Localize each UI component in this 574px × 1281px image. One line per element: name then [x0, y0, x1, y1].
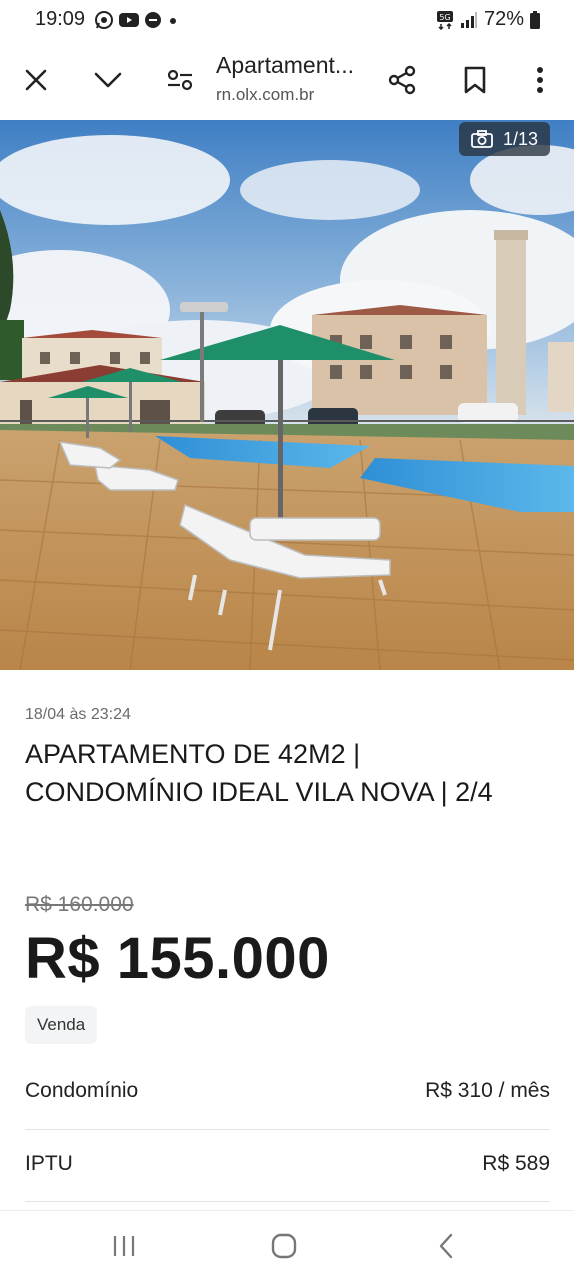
- detail-value: R$ 310 / mês: [425, 1079, 550, 1102]
- network-5g-icon: 5G: [436, 10, 453, 30]
- chevron-down-icon: [94, 72, 122, 88]
- detail-row-condominio: Condomínio R$ 310 / mês: [25, 1055, 550, 1127]
- status-right: 5G 72%: [436, 8, 540, 31]
- notification-icons: [94, 9, 180, 31]
- old-price: R$ 160.000: [25, 893, 134, 916]
- home-button[interactable]: [264, 1229, 304, 1263]
- status-bar: 19:09 5G 72%: [0, 0, 574, 40]
- recents-button[interactable]: [104, 1229, 144, 1263]
- current-price: R$ 155.000: [25, 926, 330, 991]
- share-icon: [388, 65, 416, 95]
- recents-icon: [113, 1236, 135, 1256]
- listing-date: 18/04 às 23:24: [25, 706, 131, 723]
- detail-row-iptu: IPTU R$ 589: [25, 1128, 550, 1200]
- camera-icon: [471, 130, 493, 148]
- battery-icon: [530, 10, 540, 29]
- home-icon: [271, 1233, 297, 1259]
- back-button[interactable]: [426, 1229, 466, 1263]
- notification-icon: [145, 12, 161, 28]
- photo-counter[interactable]: 1/13: [458, 122, 550, 156]
- divider: [25, 1201, 550, 1202]
- detail-value: R$ 589: [482, 1152, 550, 1175]
- detail-label: Condomínio: [25, 1079, 139, 1102]
- more-options-button[interactable]: [518, 58, 562, 102]
- status-time: 19:09: [35, 8, 86, 30]
- whatsapp-icon: [95, 11, 113, 29]
- browser-toolbar: Apartament... rn.olx.com.br: [0, 40, 574, 120]
- battery-level: 72%: [483, 8, 524, 30]
- close-button[interactable]: [14, 58, 58, 102]
- youtube-icon: [119, 13, 139, 27]
- photo-counter-label: 1/13: [502, 128, 538, 149]
- bookmark-icon: [464, 66, 486, 94]
- share-button[interactable]: [380, 58, 424, 102]
- site-settings-button[interactable]: [158, 58, 202, 102]
- page-url[interactable]: rn.olx.com.br: [216, 85, 314, 105]
- back-icon: [439, 1233, 453, 1259]
- pool-area-image: [0, 120, 574, 670]
- collapse-button[interactable]: [86, 58, 130, 102]
- listing-title: APARTAMENTO DE 42M2 | CONDOMÍNIO IDEAL V…: [25, 739, 493, 807]
- more-vertical-icon: [537, 67, 543, 93]
- page-title[interactable]: Apartament...: [216, 52, 354, 79]
- detail-label: IPTU: [25, 1152, 73, 1175]
- listing-photo[interactable]: [0, 120, 574, 670]
- dot-icon: [170, 18, 176, 24]
- system-nav-bar: [0, 1210, 574, 1281]
- tune-icon: [167, 69, 193, 91]
- close-icon: [25, 69, 47, 91]
- sale-type-badge: Venda: [25, 1006, 98, 1044]
- bookmark-button[interactable]: [453, 58, 497, 102]
- svg-text:5G: 5G: [439, 13, 450, 22]
- signal-icon: [460, 11, 477, 28]
